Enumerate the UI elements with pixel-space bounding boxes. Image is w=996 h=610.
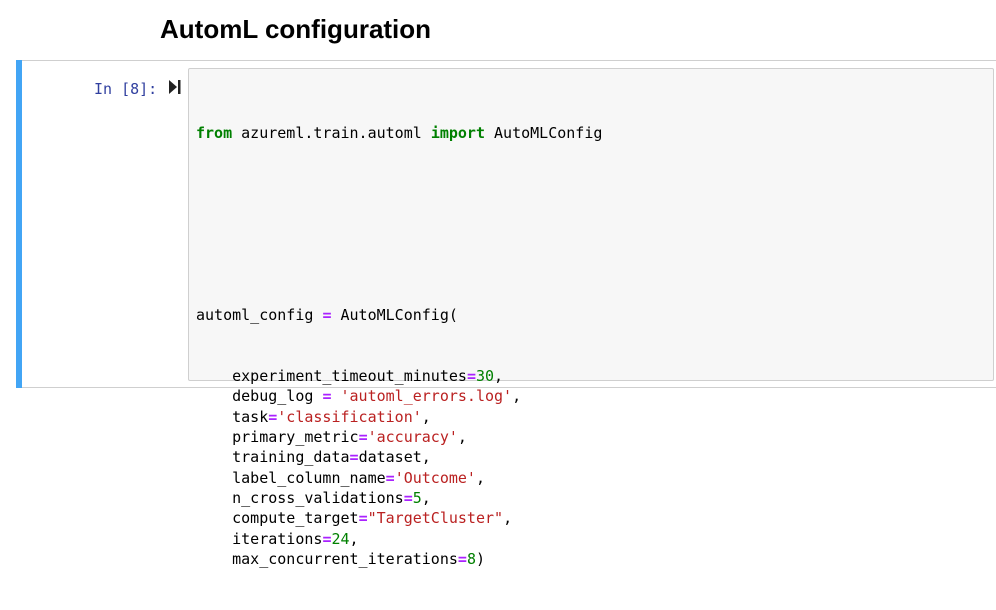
argument-value: 5: [412, 488, 422, 507]
assign-operator: =: [268, 407, 278, 426]
argument-name: task: [232, 407, 269, 426]
code-line-import: from azureml.train.automl import AutoMLC…: [196, 123, 602, 143]
argument-value: 'classification': [277, 407, 422, 426]
constructor-call: AutoMLConfig(: [331, 306, 458, 325]
argument-separator: ,: [457, 428, 467, 447]
assign-operator: =: [466, 367, 476, 386]
code-line-argument: training_data=dataset,: [196, 447, 602, 467]
assign-operator: =: [322, 529, 332, 548]
argument-value: 8: [466, 549, 476, 568]
code-line-argument: n_cross_validations=5,: [196, 488, 602, 508]
code-line-argument: experiment_timeout_minutes=30,: [196, 366, 602, 386]
argument-separator: ,: [421, 448, 431, 467]
code-line-argument: compute_target="TargetCluster",: [196, 508, 602, 528]
argument-name: primary_metric: [232, 428, 359, 447]
code-line-argument: primary_metric='accuracy',: [196, 427, 602, 447]
keyword-from: from: [196, 123, 233, 142]
run-cell-icon[interactable]: [168, 78, 182, 96]
argument-separator: ,: [494, 367, 504, 386]
assign-operator: =: [403, 488, 413, 507]
code-input-area[interactable]: from azureml.train.automl import AutoMLC…: [188, 68, 994, 568]
argument-lines: experiment_timeout_minutes=30, debug_log…: [196, 366, 602, 569]
input-prompt: In [8]:: [94, 80, 158, 98]
assign-operator: =: [358, 428, 368, 447]
argument-value: 'accuracy': [367, 428, 458, 447]
code-line-argument: label_column_name='Outcome',: [196, 468, 602, 488]
argument-name: iterations: [232, 529, 323, 548]
keyword-import: import: [430, 123, 485, 142]
argument-separator: ,: [349, 529, 359, 548]
argument-value: dataset: [358, 448, 422, 467]
section-heading: AutomL configuration: [160, 14, 432, 44]
argument-value: 'automl_errors.log': [331, 387, 513, 406]
imported-name: AutoMLConfig: [485, 123, 603, 142]
argument-value: 24: [331, 529, 350, 548]
argument-separator: ,: [421, 488, 431, 507]
code-line-argument: max_concurrent_iterations=8): [196, 549, 602, 569]
code-line-assign: automl_config = AutoMLConfig(: [196, 305, 602, 325]
argument-separator: ,: [475, 468, 485, 487]
code-line-argument: debug_log = 'automl_errors.log',: [196, 386, 602, 406]
module-name: azureml.train.automl: [232, 123, 431, 142]
selected-cell-bar: [16, 60, 22, 388]
argument-name: compute_target: [232, 509, 359, 528]
code-editor[interactable]: from azureml.train.automl import AutoMLC…: [196, 82, 602, 610]
argument-name: label_column_name: [232, 468, 386, 487]
argument-name: experiment_timeout_minutes: [232, 367, 467, 386]
argument-name: debug_log: [232, 387, 323, 406]
code-line-argument: task='classification',: [196, 407, 602, 427]
argument-separator: ): [475, 549, 485, 568]
code-cell[interactable]: In [8]: from azureml.train.automl import…: [16, 60, 996, 568]
code-line-argument: iterations=24,: [196, 529, 602, 549]
argument-separator: ,: [512, 387, 522, 406]
argument-name: n_cross_validations: [232, 488, 404, 507]
argument-value: 30: [475, 367, 495, 386]
assign-operator: =: [349, 448, 359, 467]
argument-value: "TargetCluster": [367, 509, 504, 528]
argument-separator: ,: [503, 509, 513, 528]
argument-name: max_concurrent_iterations: [232, 549, 458, 568]
assign-operator: =: [457, 549, 467, 568]
variable-name: automl_config: [196, 306, 323, 325]
assign-operator: =: [358, 509, 368, 528]
argument-separator: ,: [421, 407, 431, 426]
argument-value: 'Outcome': [394, 468, 476, 487]
argument-name: training_data: [232, 448, 350, 467]
assign-operator: =: [385, 468, 395, 487]
